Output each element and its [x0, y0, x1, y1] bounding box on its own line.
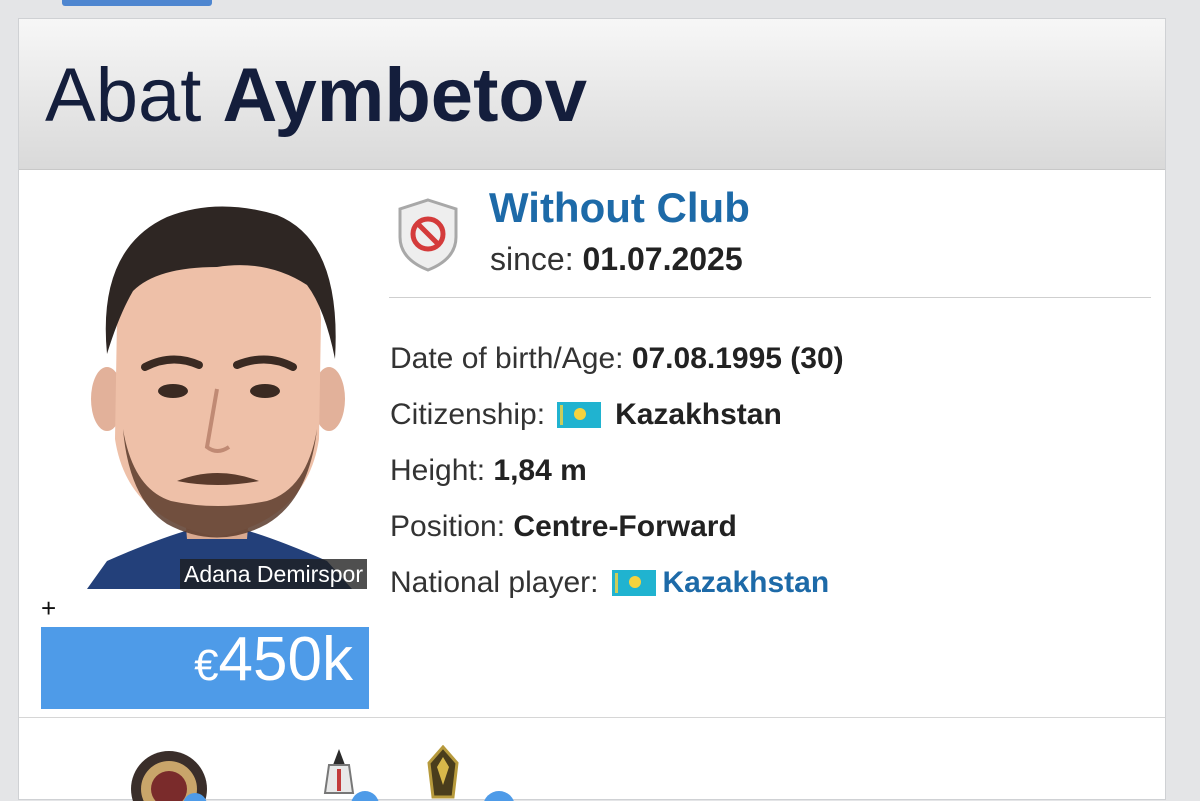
club-crest-icon[interactable]: [129, 745, 213, 801]
national-team-link[interactable]: Kazakhstan: [662, 563, 829, 603]
bottom-divider: [19, 717, 1165, 718]
position-label: Position:: [390, 510, 506, 543]
position-value: Centre-Forward: [513, 510, 737, 543]
since-date: 01.07.2025: [582, 241, 743, 277]
club-name-link[interactable]: Without Club: [489, 183, 750, 233]
photo-club-caption: Adana Demirspor: [180, 559, 367, 589]
citizenship-value: Kazakhstan: [615, 398, 782, 431]
kazakhstan-flag-icon: [557, 402, 602, 428]
market-value-text: €450k: [194, 625, 353, 701]
since-label: since:: [490, 241, 574, 277]
info-row-national-player: National player: Kazakhstan: [390, 555, 844, 611]
kazakhstan-flag-icon: [612, 570, 657, 596]
height-label: Height:: [390, 454, 486, 487]
national-label: National player:: [390, 566, 599, 599]
tab-indicator: [62, 0, 212, 6]
citizenship-label: Citizenship:: [390, 398, 546, 431]
dob-label: Date of birth/Age:: [390, 342, 624, 375]
club-since: since: 01.07.2025: [490, 239, 743, 279]
player-profile-card: Abat Aymbetov Adana Demirspor + €450k Wi…: [18, 18, 1166, 801]
player-portrait-image: [87, 206, 352, 589]
player-photo[interactable]: Adana Demirspor: [67, 189, 367, 589]
add-watchlist-icon[interactable]: +: [41, 595, 56, 621]
market-value-box[interactable]: €450k: [41, 625, 369, 709]
currency-symbol: €: [194, 641, 219, 690]
player-last-name: Aymbetov: [222, 53, 588, 138]
player-name: Abat Aymbetov: [45, 51, 587, 141]
info-row-citizenship: Citizenship: Kazakhstan: [390, 387, 844, 443]
info-row-dob: Date of birth/Age: 07.08.1995 (30): [390, 331, 844, 387]
market-value-amount: 450k: [218, 625, 353, 694]
info-row-position: Position: Centre-Forward: [390, 499, 844, 555]
dob-value: 07.08.1995 (30): [631, 342, 844, 375]
info-row-height: Height: 1,84 m: [390, 443, 844, 499]
player-info-list: Date of birth/Age: 07.08.1995 (30) Citiz…: [390, 331, 844, 611]
height-value: 1,84 m: [493, 454, 587, 487]
section-divider: [389, 297, 1151, 298]
profile-header: Abat Aymbetov: [19, 19, 1165, 170]
club-crest-icon[interactable]: [309, 745, 389, 801]
no-club-icon: [398, 198, 458, 272]
player-first-name: Abat: [45, 53, 202, 138]
club-crest-icon[interactable]: [419, 745, 519, 801]
